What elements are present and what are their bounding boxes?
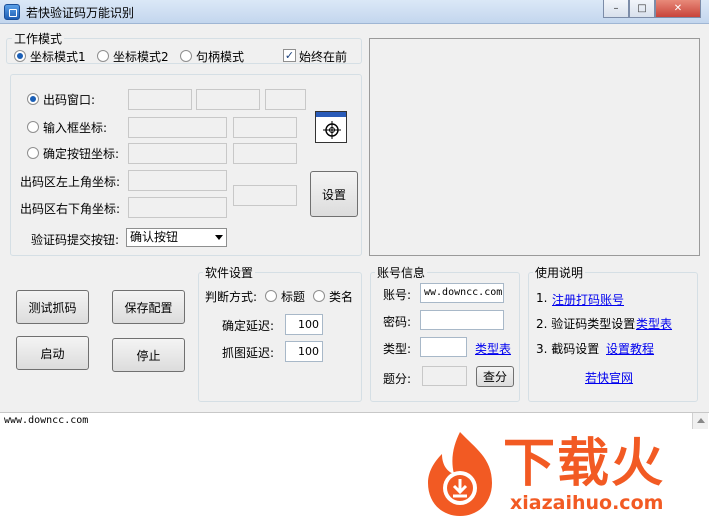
- submit-button-label: 验证码提交按钮:: [31, 233, 120, 247]
- software-settings-title: 软件设置: [203, 264, 256, 281]
- preview-panel: [369, 38, 700, 256]
- password-input[interactable]: [420, 310, 504, 330]
- confirm-delay-input[interactable]: 100: [285, 314, 323, 335]
- maximize-button[interactable]: □: [629, 0, 655, 18]
- confirm-button-y-field[interactable]: [233, 143, 297, 164]
- input-box-radio[interactable]: [27, 121, 39, 133]
- input-box-x-field[interactable]: [128, 117, 227, 138]
- mode1-label: 坐标模式1: [30, 50, 86, 64]
- account-info-title: 账号信息: [375, 264, 428, 281]
- picker-bar-icon: [316, 112, 346, 117]
- type-input[interactable]: [420, 337, 467, 357]
- submit-button-select[interactable]: 确认按钮: [126, 228, 227, 247]
- account-label: 账号:: [383, 288, 412, 302]
- confirm-button-label: 确定按钮坐标:: [43, 147, 120, 161]
- settings-tutorial-link[interactable]: 设置教程: [606, 340, 654, 357]
- help-step2: 2. 验证码类型设置: [536, 317, 636, 331]
- close-button[interactable]: ✕: [655, 0, 701, 18]
- code-window-field-1[interactable]: [128, 89, 192, 110]
- bottom-right-label: 出码区右下角坐标:: [20, 202, 121, 216]
- crosshair-picker[interactable]: [315, 111, 347, 143]
- help-step1: 1.: [536, 291, 548, 305]
- judge-title-radio[interactable]: [265, 290, 277, 302]
- confirm-delay-label: 确定延迟:: [222, 319, 275, 333]
- top-left-label: 出码区左上角坐标:: [20, 175, 121, 189]
- input-box-label: 输入框坐标:: [43, 121, 108, 135]
- code-window-field-3[interactable]: [265, 89, 306, 110]
- start-button[interactable]: 启动: [16, 336, 89, 370]
- score-label: 题分:: [383, 372, 412, 386]
- official-site-link[interactable]: 若快官网: [585, 369, 633, 386]
- scroll-up-icon: [697, 418, 705, 423]
- code-window-label: 出码窗口:: [43, 93, 96, 107]
- code-window-field-2[interactable]: [196, 89, 260, 110]
- watermark-en: xiazaihuo.com: [510, 492, 664, 514]
- password-label: 密码:: [383, 315, 412, 329]
- capture-delay-input[interactable]: 100: [285, 341, 323, 362]
- type-table-link[interactable]: 类型表: [475, 340, 511, 357]
- mode1-radio[interactable]: [14, 50, 26, 62]
- watermark-cn: 下载火: [503, 434, 666, 494]
- crosshair-icon: [323, 121, 341, 139]
- flame-logo-icon: [428, 432, 492, 516]
- mode3-radio[interactable]: [180, 50, 192, 62]
- capture-delay-label: 抓图延迟:: [222, 346, 275, 360]
- help-step3: 3. 截码设置: [536, 342, 600, 356]
- chevron-down-icon: [215, 235, 223, 240]
- save-config-button[interactable]: 保存配置: [112, 290, 185, 324]
- submit-button-value: 确认按钮: [130, 230, 179, 244]
- test-capture-button[interactable]: 测试抓码: [16, 290, 89, 324]
- input-box-y-field[interactable]: [233, 117, 297, 138]
- mode3-label: 句柄模式: [196, 50, 245, 64]
- stop-button[interactable]: 停止: [112, 338, 185, 372]
- set-button[interactable]: 设置: [310, 171, 358, 217]
- mode2-label: 坐标模式2: [113, 50, 169, 64]
- code-window-radio[interactable]: [27, 93, 39, 105]
- judge-title-label: 标题: [281, 290, 306, 304]
- mode2-radio[interactable]: [97, 50, 109, 62]
- help-type-table-link[interactable]: 类型表: [636, 315, 672, 332]
- confirm-button-radio[interactable]: [27, 147, 39, 159]
- window-title: 若快验证码万能识别: [26, 6, 135, 20]
- judge-class-label: 类名: [329, 290, 354, 304]
- region-extra-field[interactable]: [233, 185, 297, 206]
- account-input[interactable]: ww.downcc.com: [420, 283, 504, 303]
- help-title: 使用说明: [533, 264, 586, 281]
- judge-mode-label: 判断方式:: [205, 290, 258, 304]
- log-text: www.downcc.com: [4, 415, 89, 426]
- log-scrollbar[interactable]: [692, 413, 708, 429]
- score-field: [422, 366, 467, 386]
- type-label: 类型:: [383, 342, 412, 356]
- always-on-top-checkbox[interactable]: ✓: [283, 49, 296, 62]
- query-score-button[interactable]: 查分: [476, 366, 514, 387]
- minimize-button[interactable]: –: [603, 0, 629, 18]
- app-icon: [4, 4, 20, 20]
- register-account-link[interactable]: 注册打码账号: [552, 291, 624, 308]
- bottom-right-field[interactable]: [128, 197, 227, 218]
- judge-class-radio[interactable]: [313, 290, 325, 302]
- always-on-top-label: 始终在前: [299, 50, 348, 64]
- confirm-button-x-field[interactable]: [128, 143, 227, 164]
- work-mode-title: 工作模式: [12, 30, 65, 47]
- top-left-field[interactable]: [128, 170, 227, 191]
